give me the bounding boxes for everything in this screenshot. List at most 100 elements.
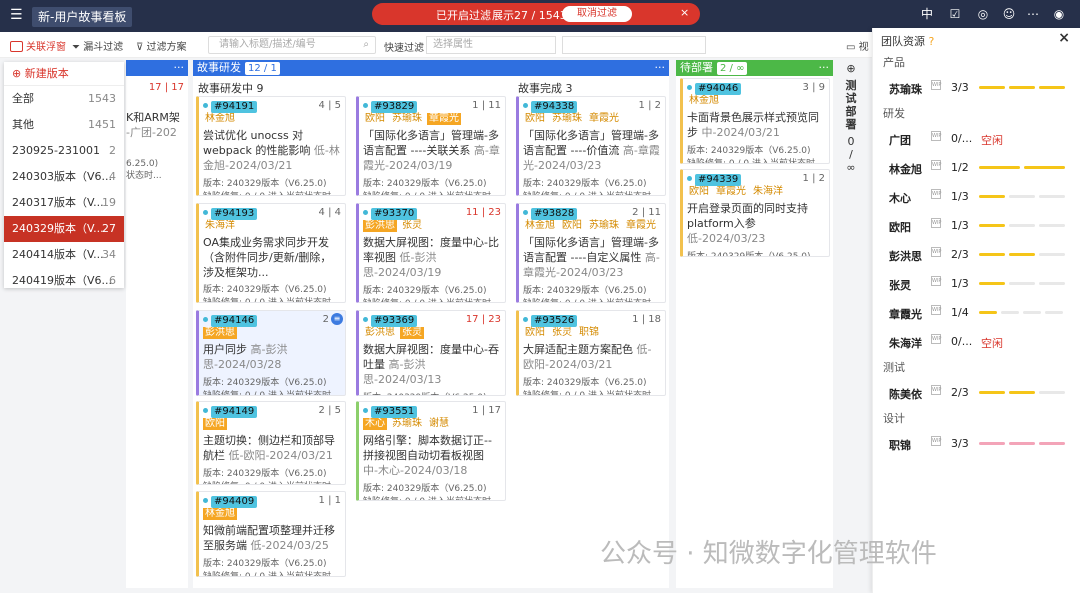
card-id[interactable]: #94193 [211, 208, 258, 220]
member-row[interactable]: 陈美依 WIP 2/3 [873, 379, 1080, 405]
calendar-check-icon[interactable]: ☑ [946, 5, 964, 23]
card-id[interactable]: #93370 [371, 208, 418, 220]
load-bar-segment [1009, 391, 1035, 394]
story-card[interactable]: #94193 4 | 4 朱海洋 OA集成业务需求同步开发（含附件同步/更新/删除… [196, 203, 346, 303]
story-card[interactable]: #93370 11 | 23 彭洪思 张灵 数据大屏视图：度量中心-比率视图 低-彭… [356, 203, 506, 303]
card-version: 版本: 240329版本（V6.25.0) [203, 179, 327, 189]
close-icon[interactable]: × [1058, 30, 1070, 46]
status-dot [687, 176, 692, 181]
story-card-highlighted[interactable]: #94146 2 ≡ 彭洪思 用户同步 高-彭洪思-2024/03/28 版本: 2… [196, 310, 346, 396]
cancel-filter-button[interactable]: 取消过滤 [562, 6, 632, 22]
notification-icon[interactable]: ☺ [1000, 5, 1018, 23]
card-title: OA集成业务需求同步开发（含附件同步/更新/删除，涉及框架功... [203, 236, 332, 279]
board-title[interactable]: 新-用户故事看板 [32, 7, 133, 27]
version-count: 34 [102, 248, 116, 261]
story-card[interactable]: #94046 3 | 9 林金旭 卡面背景色展示样式预览同步 中-2024/03/… [680, 78, 830, 164]
expand-plus-icon[interactable]: ⊕ [838, 62, 864, 75]
card-id[interactable]: #93369 [371, 315, 418, 327]
member-row[interactable]: 张灵 WIP 1/3 [873, 270, 1080, 296]
story-card[interactable]: #94149 2 | 5 欧阳 主题切换：侧边栏和顶部导航栏 低-欧阳-2024/… [196, 401, 346, 485]
card-task-count: 11 | 23 [465, 207, 501, 218]
story-card[interactable]: #93526 1 | 18 欧阳 张灵 职锦 大屏适配主题方案配色 低-欧阳-2024… [516, 310, 666, 396]
status-dot [363, 408, 368, 413]
member-name: 彭洪思 [889, 250, 922, 263]
member-load: 1/4 [951, 306, 969, 319]
card-id[interactable]: #94409 [211, 496, 258, 508]
card-id[interactable]: #94149 [211, 406, 258, 418]
story-card[interactable]: #94191 4 | 5 林金旭 尝试优化 unocss 对 webpack 的性… [196, 96, 346, 196]
funnel-filter-button[interactable]: ⏷ 漏斗过滤 [72, 38, 123, 53]
story-card[interactable]: #94409 1 | 1 林金旭 知微前端配置项整理并迁移至服务端 低-2024/… [196, 491, 346, 577]
version-item-selected[interactable]: 240329版本（V... 27 [4, 216, 124, 242]
version-label: 240317版本（V... [12, 196, 104, 209]
card-id[interactable]: #94146 [211, 315, 258, 327]
card-task-count: 4 | 5 [318, 100, 341, 111]
new-version-button[interactable]: ⊕ 新建版本 [4, 62, 124, 86]
member-row[interactable]: 木心 WIP 1/3 [873, 183, 1080, 209]
collapsed-title-peek: K和ARM架 -广团-202 [126, 110, 180, 140]
card-id[interactable]: #94339 [695, 174, 742, 186]
assignee-tag: 谢慧 [429, 418, 449, 429]
view-toggle[interactable]: ▭ 视 [846, 38, 869, 53]
more-icon[interactable]: ··· [655, 60, 666, 76]
member-name: 林金旭 [889, 163, 922, 176]
more-icon[interactable]: ··· [819, 60, 830, 76]
version-item[interactable]: 230925-231001 2 [4, 138, 124, 164]
load-bar-segment [1039, 86, 1065, 89]
list-icon[interactable]: ≡ [331, 313, 343, 325]
more-icon[interactable]: ⋯ [1024, 5, 1042, 23]
status-dot [523, 103, 528, 108]
member-row[interactable]: 苏瑜珠 WIP 3/3 [873, 74, 1080, 100]
status-dot [363, 317, 368, 322]
filter-plan-button[interactable]: ⊽ 过滤方案 [136, 38, 187, 53]
member-row[interactable]: 广团 WIP 0/... 空闲 [873, 125, 1080, 151]
member-row[interactable]: 朱海洋 WIP 0/... 空闲 [873, 328, 1080, 354]
language-switch[interactable]: 中 [918, 5, 936, 23]
value-select[interactable] [562, 36, 706, 54]
help-icon[interactable]: ? [929, 35, 935, 48]
version-item[interactable]: 240419版本（V6... 6 [4, 268, 124, 294]
headset-icon[interactable]: ◎ [974, 5, 992, 23]
member-row[interactable]: 林金旭 WIP 1/2 [873, 154, 1080, 180]
version-item[interactable]: 全部 1543 [4, 86, 124, 112]
link-float-button[interactable]: 关联浮窗 [10, 38, 66, 53]
member-row[interactable]: 彭洪思 WIP 2/3 [873, 241, 1080, 267]
card-id[interactable]: #93551 [371, 406, 418, 418]
more-icon[interactable]: ··· [174, 60, 185, 76]
menu-icon[interactable]: ☰ [10, 7, 23, 23]
filter-status: 已开启过滤 [436, 9, 491, 22]
assignee-tag: 章霞光 [716, 186, 746, 197]
column-header[interactable]: 故事研发 12 / 1 ··· [193, 60, 669, 76]
version-item[interactable]: 240303版本（V6... 4 [4, 164, 124, 190]
column-header[interactable]: 待部署 2 / ∞ ··· [676, 60, 833, 76]
member-row[interactable]: 欧阳 WIP 1/3 [873, 212, 1080, 238]
load-bar-segment [1009, 224, 1035, 227]
card-id[interactable]: #93829 [371, 101, 418, 113]
version-item[interactable]: 240414版本（V... 34 [4, 242, 124, 268]
story-card[interactable]: #94339 1 | 2 欧阳 章霞光 朱海洋 开启登录页面的同时支持platform… [680, 169, 830, 257]
search-icon[interactable]: ⌕ [363, 37, 369, 53]
story-card[interactable]: #94338 1 | 2 欧阳 苏瑜珠 章霞光 「国际化多语言」管理端-多语言配置 -… [516, 96, 666, 196]
user-avatar-icon[interactable]: ◉ [1050, 5, 1068, 23]
card-id[interactable]: #94338 [531, 101, 578, 113]
collapsed-test-deploy-column[interactable]: ⊕ 测试部署 0 / ∞ [838, 62, 864, 174]
card-id[interactable]: #93526 [531, 315, 578, 327]
version-item[interactable]: 其他 1451 [4, 112, 124, 138]
load-bar-segment [979, 195, 1005, 198]
close-icon[interactable]: × [680, 6, 689, 19]
card-id[interactable]: #94046 [695, 83, 742, 95]
search-input[interactable]: 请输入标题/描述/编号 ⌕ [208, 36, 376, 54]
card-id[interactable]: #93828 [531, 208, 578, 220]
member-load: 1/3 [951, 190, 969, 203]
attribute-select[interactable]: 选择属性 [426, 36, 556, 54]
card-task-count: 1 | 18 [632, 314, 661, 325]
story-card[interactable]: #93829 1 | 11 欧阳 苏瑜珠 章霞光 「国际化多语言」管理端-多语言配置 … [356, 96, 506, 196]
story-card[interactable]: #93551 1 | 17 木心 苏瑜珠 谢慧 网络引擎：脚本数据订正--拼接视图自动… [356, 401, 506, 501]
member-row[interactable]: 章霞光 WIP 1/4 [873, 299, 1080, 325]
card-id[interactable]: #94191 [211, 101, 258, 113]
version-item[interactable]: 240317版本（V... 19 [4, 190, 124, 216]
story-card[interactable]: #93369 17 | 23 彭洪思 张灵 数据大屏视图：度量中心-吞吐量 高-彭洪… [356, 310, 506, 396]
member-row[interactable]: 职锦 WIP 3/3 [873, 430, 1080, 456]
card-task-count: 1 | 17 [472, 405, 501, 416]
story-card[interactable]: #93828 2 | 11 林金旭 欧阳 苏瑜珠 章霞光 「国际化多语言」管理端-多语言… [516, 203, 666, 303]
